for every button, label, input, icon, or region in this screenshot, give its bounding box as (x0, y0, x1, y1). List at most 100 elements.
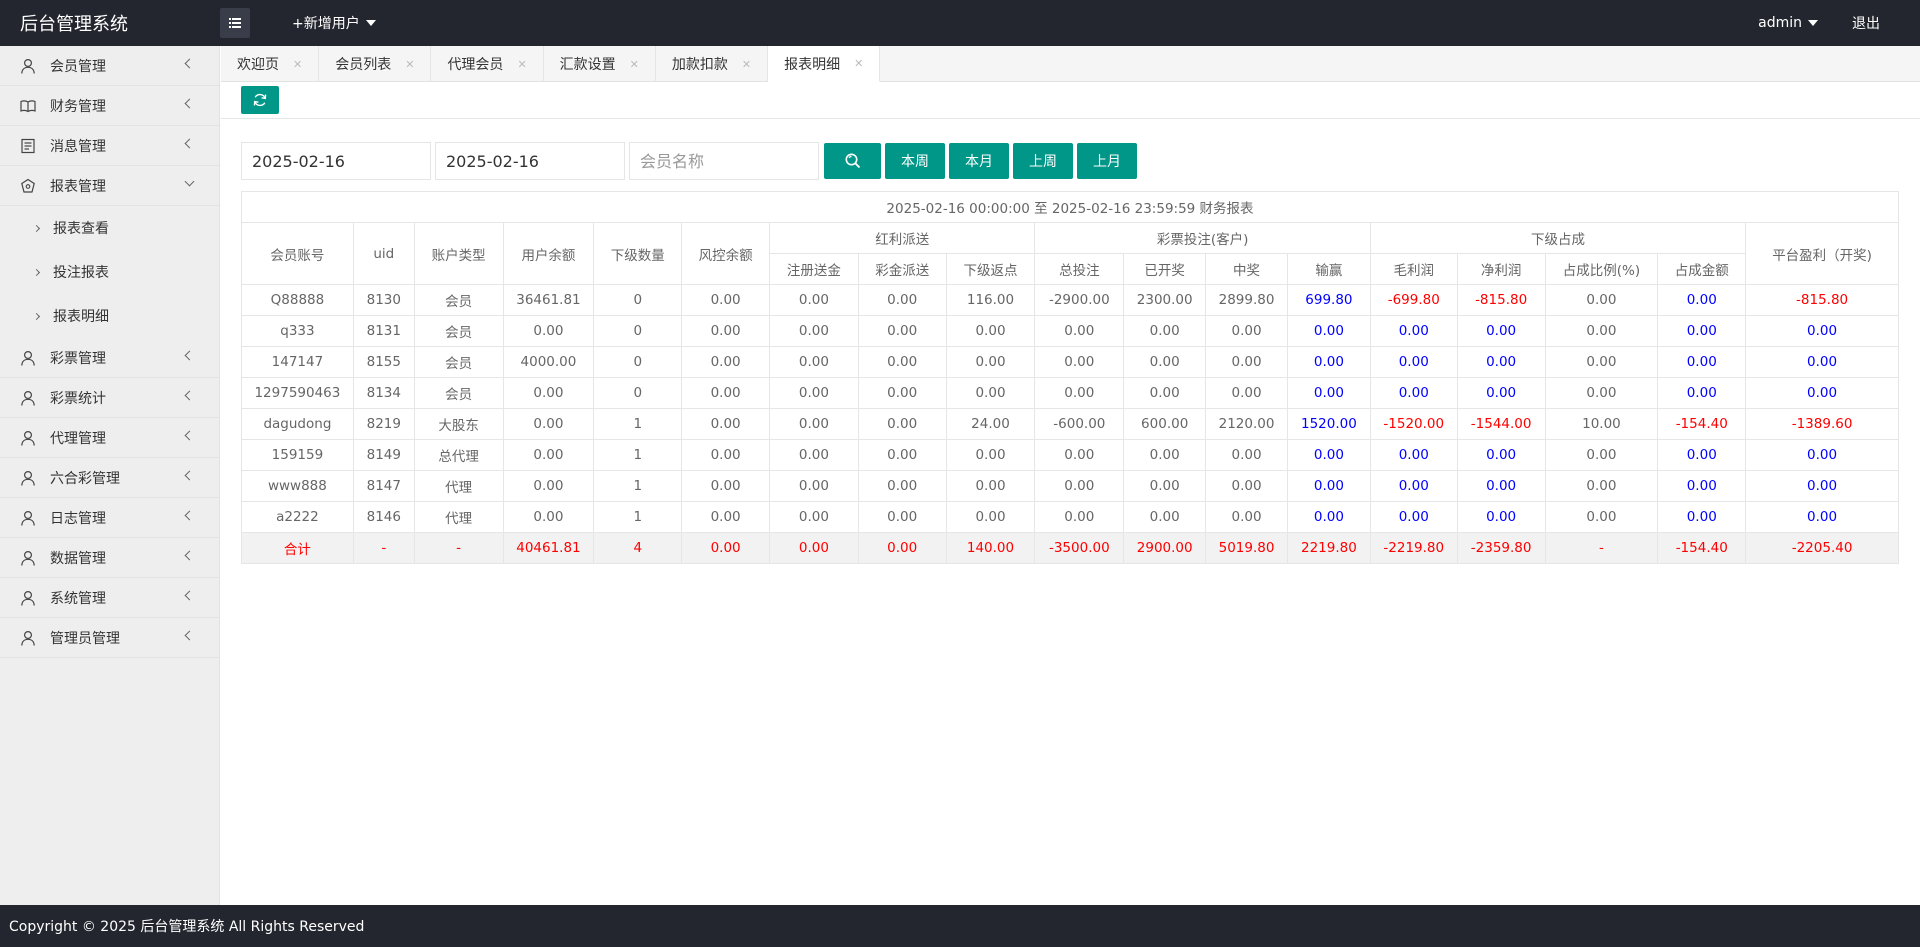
this-week-button[interactable]: 本周 (885, 143, 945, 179)
sidebar-item-11[interactable]: 系统管理 (0, 578, 219, 618)
table-cell: 0.00 (945, 315, 1036, 347)
table-cell: 0.00 (502, 501, 595, 533)
table-cell: 36461.81 (502, 284, 595, 316)
table-cell: -154.40 (1657, 532, 1747, 564)
table-cell: 0.00 (1205, 315, 1288, 347)
table-cell: 0.00 (681, 284, 770, 316)
table-cell: 总代理 (413, 439, 504, 471)
search-button[interactable] (824, 143, 881, 179)
table-cell: 0.00 (769, 439, 859, 471)
table-cell: 8134 (352, 377, 415, 409)
table-cell: 0 (593, 284, 683, 316)
chevron-left-icon (184, 550, 195, 561)
col-net-profit: 净利润 (1456, 253, 1546, 285)
user-icon (20, 390, 36, 406)
table-cell: -1520.00 (1369, 408, 1458, 440)
table-cell: 8149 (352, 439, 415, 471)
table-cell: 0.00 (1123, 346, 1207, 378)
user-icon (20, 350, 36, 366)
col-winning: 中奖 (1205, 253, 1288, 285)
tab-4[interactable]: 汇款设置 ✕ (544, 46, 656, 82)
logout-link[interactable]: 退出 (1852, 13, 1880, 33)
report-table: 2025-02-16 00:00:00 至 2025-02-16 23:59:5… (241, 191, 1899, 564)
sidebar-item-6[interactable]: 彩票统计 (0, 378, 219, 418)
table-cell: -2205.40 (1745, 532, 1899, 564)
col-share-amount: 占成金额 (1657, 253, 1747, 285)
close-icon[interactable]: ✕ (405, 58, 414, 71)
table-cell: Q88888 (241, 284, 354, 316)
tab-2[interactable]: 会员列表 ✕ (319, 46, 432, 82)
close-icon[interactable]: ✕ (517, 58, 526, 71)
sidebar-item-2[interactable]: 财务管理 (0, 86, 219, 126)
table-cell: 会员 (413, 284, 504, 316)
tab-1[interactable]: 欢迎页 ✕ (221, 46, 320, 82)
caret-down-icon (1808, 20, 1818, 26)
tab-6[interactable]: 报表明细 ✕ (768, 46, 881, 82)
sidebar-subitem-1[interactable]: 报表查看 (0, 206, 219, 250)
last-month-button[interactable]: 上月 (1077, 143, 1137, 179)
admin-menu[interactable]: admin (1758, 15, 1818, 31)
menu-toggle-button[interactable] (220, 8, 250, 38)
sidebar-item-8[interactable]: 六合彩管理 (0, 458, 219, 498)
chevron-left-icon (184, 58, 195, 69)
add-user-menu[interactable]: +新增用户 (292, 13, 376, 33)
table-cell: 1 (593, 439, 683, 471)
col-balance: 用户余额 (502, 222, 595, 285)
table-cell: 0.00 (1205, 470, 1288, 502)
table-cell: 0.00 (1657, 284, 1747, 316)
table-cell: -154.40 (1657, 408, 1747, 440)
sidebar-item-7[interactable]: 代理管理 (0, 418, 219, 458)
table-cell: 0.00 (1286, 470, 1371, 502)
top-header: 后台管理系统 +新增用户 admin 退出 (0, 0, 1920, 46)
last-week-button[interactable]: 上周 (1013, 143, 1073, 179)
table-cell: 1 (593, 470, 683, 502)
table-cell: 140.00 (945, 532, 1036, 564)
col-drawn: 已开奖 (1123, 253, 1207, 285)
table-cell: 0.00 (681, 377, 770, 409)
sidebar-subitem-2[interactable]: 投注报表 (0, 250, 219, 294)
table-cell: 0.00 (1456, 346, 1546, 378)
sidebar-item-3[interactable]: 消息管理 (0, 126, 219, 166)
table-cell: 116.00 (945, 284, 1036, 316)
table-cell: 1 (593, 408, 683, 440)
table-cell: 0 (593, 346, 683, 378)
member-name-input[interactable] (629, 142, 819, 180)
sidebar-subitem-3[interactable]: 报表明细 (0, 294, 219, 338)
sidebar-item-4[interactable]: 报表管理 (0, 166, 219, 206)
tab-5[interactable]: 加款扣款 ✕ (656, 46, 769, 82)
report-caption-row: 2025-02-16 00:00:00 至 2025-02-16 23:59:5… (241, 191, 1899, 223)
col-type: 账户类型 (413, 222, 504, 285)
table-cell: 0.00 (1286, 377, 1371, 409)
table-cell: 0.00 (1745, 315, 1899, 347)
table-cell: 0.00 (1034, 439, 1125, 471)
table-cell: 0.00 (769, 315, 859, 347)
table-cell: 0.00 (1544, 284, 1659, 316)
table-cell: -2359.80 (1456, 532, 1546, 564)
start-date-input[interactable] (241, 142, 431, 180)
close-icon[interactable]: ✕ (630, 58, 639, 71)
table-cell: 2120.00 (1205, 408, 1288, 440)
table-cell: 8147 (352, 470, 415, 502)
close-icon[interactable]: ✕ (742, 58, 751, 71)
footer: Copyright © 2025 后台管理系统 All Rights Reser… (0, 905, 1920, 947)
close-icon[interactable]: ✕ (854, 57, 863, 70)
col-platform-profit: 平台盈利（开奖) (1745, 222, 1899, 285)
report-icon (20, 178, 36, 194)
sidebar-item-12[interactable]: 管理员管理 (0, 618, 219, 658)
sidebar-item-9[interactable]: 日志管理 (0, 498, 219, 538)
sidebar-item-10[interactable]: 数据管理 (0, 538, 219, 578)
table-cell: 0.00 (1286, 315, 1371, 347)
table-cell: 600.00 (1123, 408, 1207, 440)
tab-label: 代理会员 (447, 57, 504, 73)
close-icon[interactable]: ✕ (293, 58, 302, 71)
refresh-button[interactable] (241, 86, 279, 114)
end-date-input[interactable] (435, 142, 625, 180)
table-cell: 0.00 (857, 470, 947, 502)
this-month-button[interactable]: 本月 (949, 143, 1009, 179)
sidebar-item-5[interactable]: 彩票管理 (0, 338, 219, 378)
table-cell: 合计 (241, 532, 354, 564)
sidebar-item-1[interactable]: 会员管理 (0, 46, 219, 86)
table-row: 147147 8155 会员 4000.00 0 0.00 0.00 0.00 0.00 0.00… (241, 346, 1899, 378)
table-cell: 147147 (241, 346, 354, 378)
tab-3[interactable]: 代理会员 ✕ (431, 46, 544, 82)
